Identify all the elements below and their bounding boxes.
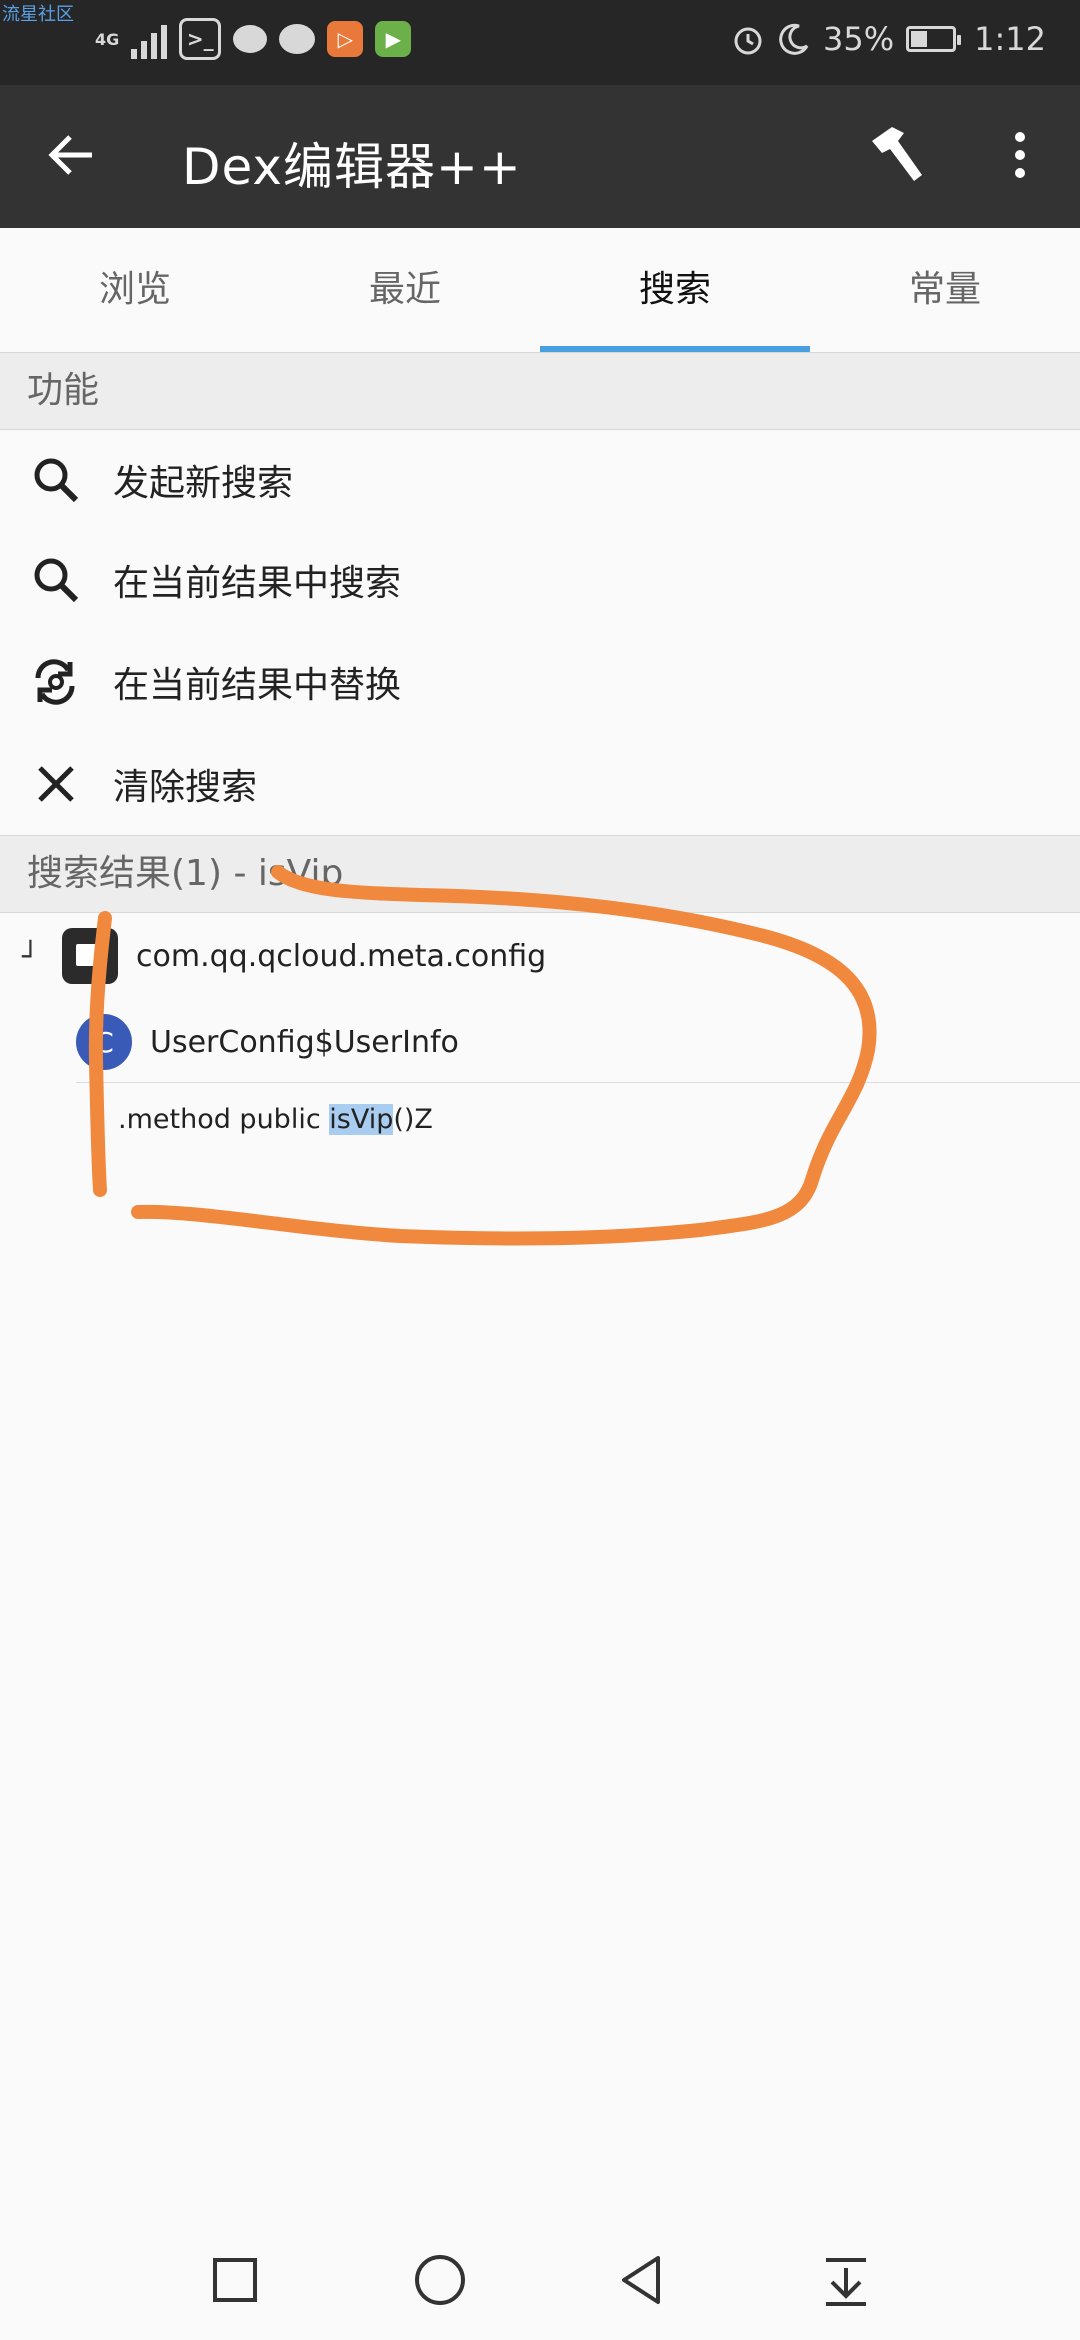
signal-icon: [131, 19, 168, 59]
search-icon: [34, 458, 79, 503]
package-row[interactable]: ┘ com.qq.qcloud.meta.config: [0, 926, 1080, 986]
battery-icon: [906, 26, 962, 52]
result-divider: [76, 1082, 1080, 1083]
tab-bar: 浏览 最近 搜索 常量: [0, 228, 1080, 354]
search-in-results-item[interactable]: 在当前结果中搜索: [0, 530, 1080, 630]
clear-search-item[interactable]: 清除搜索: [0, 734, 1080, 834]
class-row[interactable]: C UserConfig$UserInfo: [0, 1012, 1080, 1072]
clock: 1:12: [974, 20, 1046, 58]
more-options-icon[interactable]: [1000, 125, 1040, 185]
method-prefix: .method public: [118, 1103, 330, 1135]
search-results-header: 搜索结果(1) - isVip: [0, 835, 1080, 913]
terminal-icon: >_: [179, 18, 222, 60]
home-icon[interactable]: [410, 2250, 470, 2310]
chat-icon: [233, 25, 268, 53]
replace-icon: [35, 659, 75, 705]
app-title: Dex编辑器++: [182, 138, 522, 196]
class-name: UserConfig$UserInfo: [150, 1024, 459, 1060]
watermark-text: 流星社区: [2, 4, 74, 25]
wechat-icon: [279, 24, 316, 54]
moon-icon: [779, 23, 809, 55]
system-nav-bar: [0, 2222, 1080, 2340]
close-icon: [38, 766, 74, 802]
tab-search[interactable]: 搜索: [540, 228, 810, 352]
app-bar: Dex编辑器++: [0, 85, 1080, 228]
status-bar: 流星社区 4G >_ ▷ ▶ 35% 1:12: [0, 0, 1080, 85]
back-triangle-icon[interactable]: [612, 2250, 672, 2310]
notification-pull-icon[interactable]: [816, 2250, 876, 2310]
package-folder-icon: [62, 928, 118, 984]
hammer-icon[interactable]: [862, 119, 934, 191]
tab-recent[interactable]: 最近: [270, 228, 540, 352]
method-suffix: ()Z: [393, 1103, 433, 1135]
battery-percent: 35%: [823, 20, 895, 58]
back-arrow-icon[interactable]: [42, 125, 102, 185]
tab-constants[interactable]: 常量: [810, 228, 1080, 352]
video-app-icon: ▷: [327, 21, 364, 57]
functions-header: 功能: [0, 352, 1080, 430]
new-search-item[interactable]: 发起新搜索: [0, 430, 1080, 530]
status-left: 4G >_ ▷ ▶: [95, 18, 412, 60]
replace-in-results-label: 在当前结果中替换: [113, 665, 402, 706]
class-badge-icon: C: [76, 1014, 132, 1070]
package-name: com.qq.qcloud.meta.config: [136, 938, 547, 974]
search-icon: [34, 558, 79, 603]
method-row[interactable]: .method public isVip()Z: [0, 1094, 1080, 1144]
status-right: 35% 1:12: [731, 20, 1046, 58]
clear-search-label: 清除搜索: [113, 767, 258, 808]
new-search-label: 发起新搜索: [113, 463, 294, 504]
search-in-results-label: 在当前结果中搜索: [113, 563, 402, 604]
play-app-icon: ▶: [375, 21, 412, 57]
replace-in-results-item[interactable]: 在当前结果中替换: [0, 632, 1080, 732]
recent-apps-icon[interactable]: [205, 2250, 265, 2310]
collapse-indicator-icon[interactable]: ┘: [22, 940, 39, 973]
tab-browse[interactable]: 浏览: [0, 228, 270, 352]
network-type: 4G: [95, 29, 120, 49]
method-highlight: isVip: [329, 1103, 394, 1135]
method-signature: .method public isVip()Z: [118, 1103, 433, 1135]
alarm-icon: [734, 27, 762, 55]
